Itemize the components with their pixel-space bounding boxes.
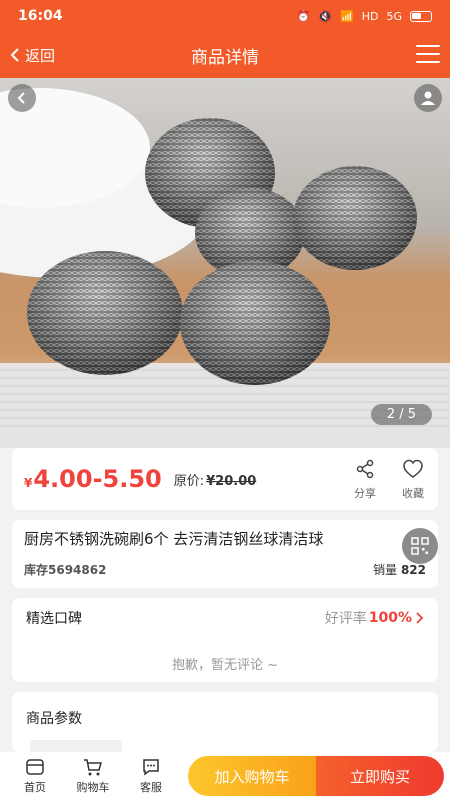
price-value: 4.00-5.50 (33, 465, 162, 493)
sales-value: 822 (400, 563, 426, 577)
menu-icon[interactable] (416, 45, 440, 63)
original-price-label: 原价: (173, 473, 205, 489)
favorite-label: 收藏 (402, 486, 424, 500)
reviews-title: 精选口碑 (26, 611, 82, 627)
good-rate-link[interactable]: 好评率 100% (325, 608, 424, 628)
tab-home[interactable]: 首页 (6, 757, 64, 795)
reviews-card: 精选口碑 好评率 100% 抱歉，暂无评论 ~ (12, 598, 438, 682)
user-icon (421, 91, 435, 105)
product-meta: 库存5694862 销量 822 (24, 561, 426, 578)
product-info-card: 厨房不锈钢洗碗刷6个 去污清洁钢丝球清洁球 库存5694862 销量 822 (12, 520, 438, 588)
params-row (30, 740, 122, 752)
back-button[interactable]: 返回 (8, 45, 55, 66)
home-icon (26, 759, 44, 775)
tab-home-label: 首页 (24, 781, 46, 794)
chevron-left-icon (10, 48, 19, 62)
reviews-header: 精选口碑 好评率 100% (26, 608, 424, 628)
tab-cart[interactable]: 购物车 (64, 757, 122, 795)
status-bar: 16:04 ⏰ 🔇 📶 HD 5G (0, 0, 450, 32)
mute-icon: 🔇 (318, 9, 333, 23)
back-label: 返回 (25, 46, 56, 65)
share-button[interactable]: 分享 (354, 458, 376, 501)
nav-bar: 返回 商品详情 (0, 32, 450, 78)
original-price: 原价: ¥20.00 (174, 470, 257, 489)
good-rate-label: 好评率 (324, 611, 367, 627)
status-time: 16:04 (18, 8, 63, 24)
image-counter: 2 / 5 (370, 404, 432, 425)
chevron-left-icon (17, 92, 25, 104)
wifi-icon: 📶 (340, 9, 354, 23)
alarm-icon: ⏰ (296, 9, 311, 23)
stock-count: 库存5694862 (24, 563, 107, 577)
buy-now-button[interactable]: 立即购买 (316, 756, 444, 796)
empty-reviews-text: 抱歉，暂无评论 ~ (171, 658, 279, 673)
sales-label: 销量 (373, 563, 398, 577)
status-icons: ⏰ 🔇 📶 HD 5G (297, 10, 432, 23)
price: ¥ 4.00-5.50 (24, 465, 162, 493)
good-rate-value: 100% (368, 610, 412, 626)
product-photo (0, 88, 450, 448)
params-title: 商品参数 (26, 711, 82, 727)
chat-icon (143, 759, 159, 776)
qr-code-icon (411, 537, 429, 555)
params-card: 商品参数 (12, 692, 438, 752)
add-to-cart-button[interactable]: 加入购物车 (188, 756, 316, 796)
share-icon (356, 459, 374, 478)
user-icon-button[interactable] (414, 84, 442, 112)
page-title: 商品详情 (191, 47, 259, 68)
heart-icon (403, 459, 423, 478)
currency-symbol: ¥ (24, 476, 33, 490)
product-title: 厨房不锈钢洗碗刷6个 去污清洁钢丝球清洁球 (24, 530, 324, 548)
tab-service[interactable]: 客服 (122, 757, 180, 795)
qr-code-button[interactable] (402, 528, 438, 564)
battery-icon (410, 10, 432, 22)
favorite-button[interactable]: 收藏 (402, 458, 424, 501)
share-label: 分享 (354, 486, 376, 500)
tab-cart-label: 购物车 (76, 781, 110, 794)
original-price-value: ¥20.00 (206, 473, 257, 489)
tab-service-label: 客服 (140, 781, 162, 794)
cart-icon (84, 759, 102, 776)
image-back-button[interactable] (8, 84, 36, 112)
network-badge: 5G (386, 9, 402, 23)
chevron-right-icon (416, 612, 424, 624)
price-card: ¥ 4.00-5.50 原价: ¥20.00 分享 收藏 (12, 448, 438, 510)
product-image-carousel[interactable]: 2 / 5 (0, 78, 450, 448)
hd-badge: HD (361, 9, 379, 23)
bottom-bar: 首页 购物车 客服 加入购物车 立即购买 (0, 752, 450, 800)
card-actions: 分享 收藏 (354, 458, 424, 501)
